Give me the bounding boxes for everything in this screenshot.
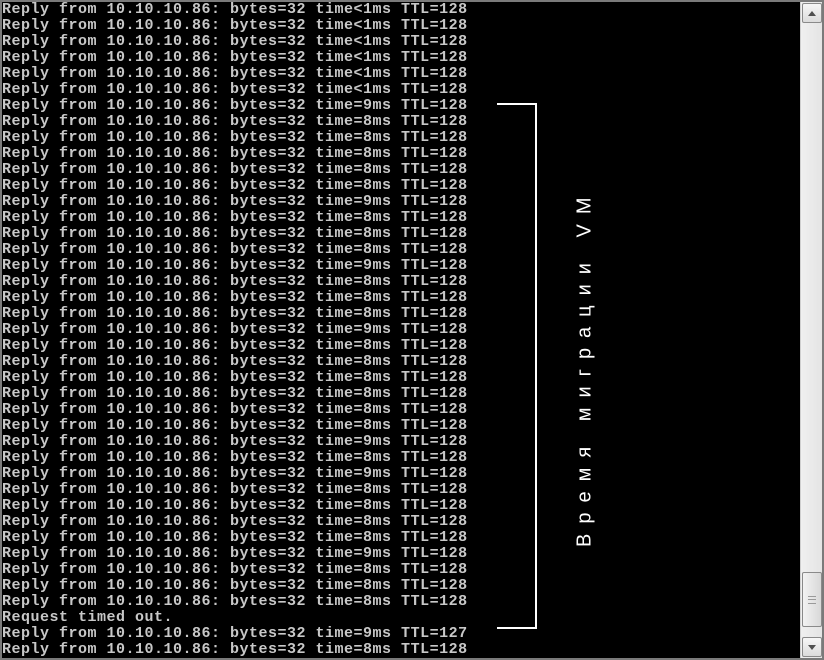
chevron-down-icon (808, 645, 816, 650)
ping-reply-line: Reply from 10.10.10.86: bytes=32 time=8m… (2, 242, 800, 258)
ping-reply-line: Reply from 10.10.10.86: bytes=32 time=8m… (2, 274, 800, 290)
ping-reply-line: Reply from 10.10.10.86: bytes=32 time=9m… (2, 98, 800, 114)
ping-reply-line: Reply from 10.10.10.86: bytes=32 time=8m… (2, 306, 800, 322)
ping-reply-line: Reply from 10.10.10.86: bytes=32 time<1m… (2, 34, 800, 50)
ping-reply-line: Reply from 10.10.10.86: bytes=32 time=9m… (2, 626, 800, 642)
ping-timeout-line: Request timed out. (2, 610, 800, 626)
ping-reply-line: Reply from 10.10.10.86: bytes=32 time=8m… (2, 514, 800, 530)
ping-reply-line: Reply from 10.10.10.86: bytes=32 time=8m… (2, 402, 800, 418)
chevron-up-icon (808, 11, 816, 16)
ping-reply-line: Reply from 10.10.10.86: bytes=32 time=9m… (2, 194, 800, 210)
ping-reply-line: Reply from 10.10.10.86: bytes=32 time=8m… (2, 578, 800, 594)
ping-reply-line: Reply from 10.10.10.86: bytes=32 time=8m… (2, 226, 800, 242)
ping-reply-line: Reply from 10.10.10.86: bytes=32 time=9m… (2, 434, 800, 450)
ping-reply-line: Reply from 10.10.10.86: bytes=32 time=8m… (2, 370, 800, 386)
ping-reply-line: Reply from 10.10.10.86: bytes=32 time=8m… (2, 338, 800, 354)
ping-reply-line: Reply from 10.10.10.86: bytes=32 time<1m… (2, 50, 800, 66)
vertical-scrollbar[interactable] (800, 2, 822, 658)
ping-reply-line: Reply from 10.10.10.86: bytes=32 time=8m… (2, 210, 800, 226)
ping-reply-line: Reply from 10.10.10.86: bytes=32 time=8m… (2, 114, 800, 130)
ping-reply-line: Reply from 10.10.10.86: bytes=32 time=8m… (2, 178, 800, 194)
ping-reply-line: Reply from 10.10.10.86: bytes=32 time=8m… (2, 162, 800, 178)
ping-reply-line: Reply from 10.10.10.86: bytes=32 time<1m… (2, 18, 800, 34)
ping-reply-line: Reply from 10.10.10.86: bytes=32 time=9m… (2, 258, 800, 274)
scrollbar-thumb[interactable] (802, 572, 822, 627)
ping-reply-line: Reply from 10.10.10.86: bytes=32 time=8m… (2, 450, 800, 466)
ping-reply-line: Reply from 10.10.10.86: bytes=32 time=8m… (2, 530, 800, 546)
ping-reply-line: Reply from 10.10.10.86: bytes=32 time=8m… (2, 562, 800, 578)
ping-reply-line: Reply from 10.10.10.86: bytes=32 time<1m… (2, 66, 800, 82)
ping-reply-line: Reply from 10.10.10.86: bytes=32 time=8m… (2, 418, 800, 434)
ping-reply-line: Reply from 10.10.10.86: bytes=32 time<1m… (2, 2, 800, 18)
ping-reply-line: Reply from 10.10.10.86: bytes=32 time=8m… (2, 594, 800, 610)
ping-reply-line: Reply from 10.10.10.86: bytes=32 time=8m… (2, 290, 800, 306)
ping-reply-line: Reply from 10.10.10.86: bytes=32 time=8m… (2, 146, 800, 162)
ping-reply-line: Reply from 10.10.10.86: bytes=32 time=9m… (2, 322, 800, 338)
ping-reply-line: Reply from 10.10.10.86: bytes=32 time=9m… (2, 546, 800, 562)
ping-reply-line: Reply from 10.10.10.86: bytes=32 time=8m… (2, 482, 800, 498)
ping-reply-line: Reply from 10.10.10.86: bytes=32 time<1m… (2, 82, 800, 98)
ping-reply-line: Reply from 10.10.10.86: bytes=32 time=8m… (2, 498, 800, 514)
ping-reply-line: Reply from 10.10.10.86: bytes=32 time=8m… (2, 354, 800, 370)
terminal-output: Reply from 10.10.10.86: bytes=32 time<1m… (2, 2, 800, 658)
ping-reply-line: Reply from 10.10.10.86: bytes=32 time=8m… (2, 642, 800, 658)
ping-reply-line: Reply from 10.10.10.86: bytes=32 time=9m… (2, 466, 800, 482)
scroll-down-button[interactable] (802, 637, 822, 657)
ping-reply-line: Reply from 10.10.10.86: bytes=32 time=8m… (2, 386, 800, 402)
scroll-up-button[interactable] (802, 3, 822, 23)
terminal-window: Reply from 10.10.10.86: bytes=32 time<1m… (0, 0, 824, 660)
ping-reply-line: Reply from 10.10.10.86: bytes=32 time=8m… (2, 130, 800, 146)
